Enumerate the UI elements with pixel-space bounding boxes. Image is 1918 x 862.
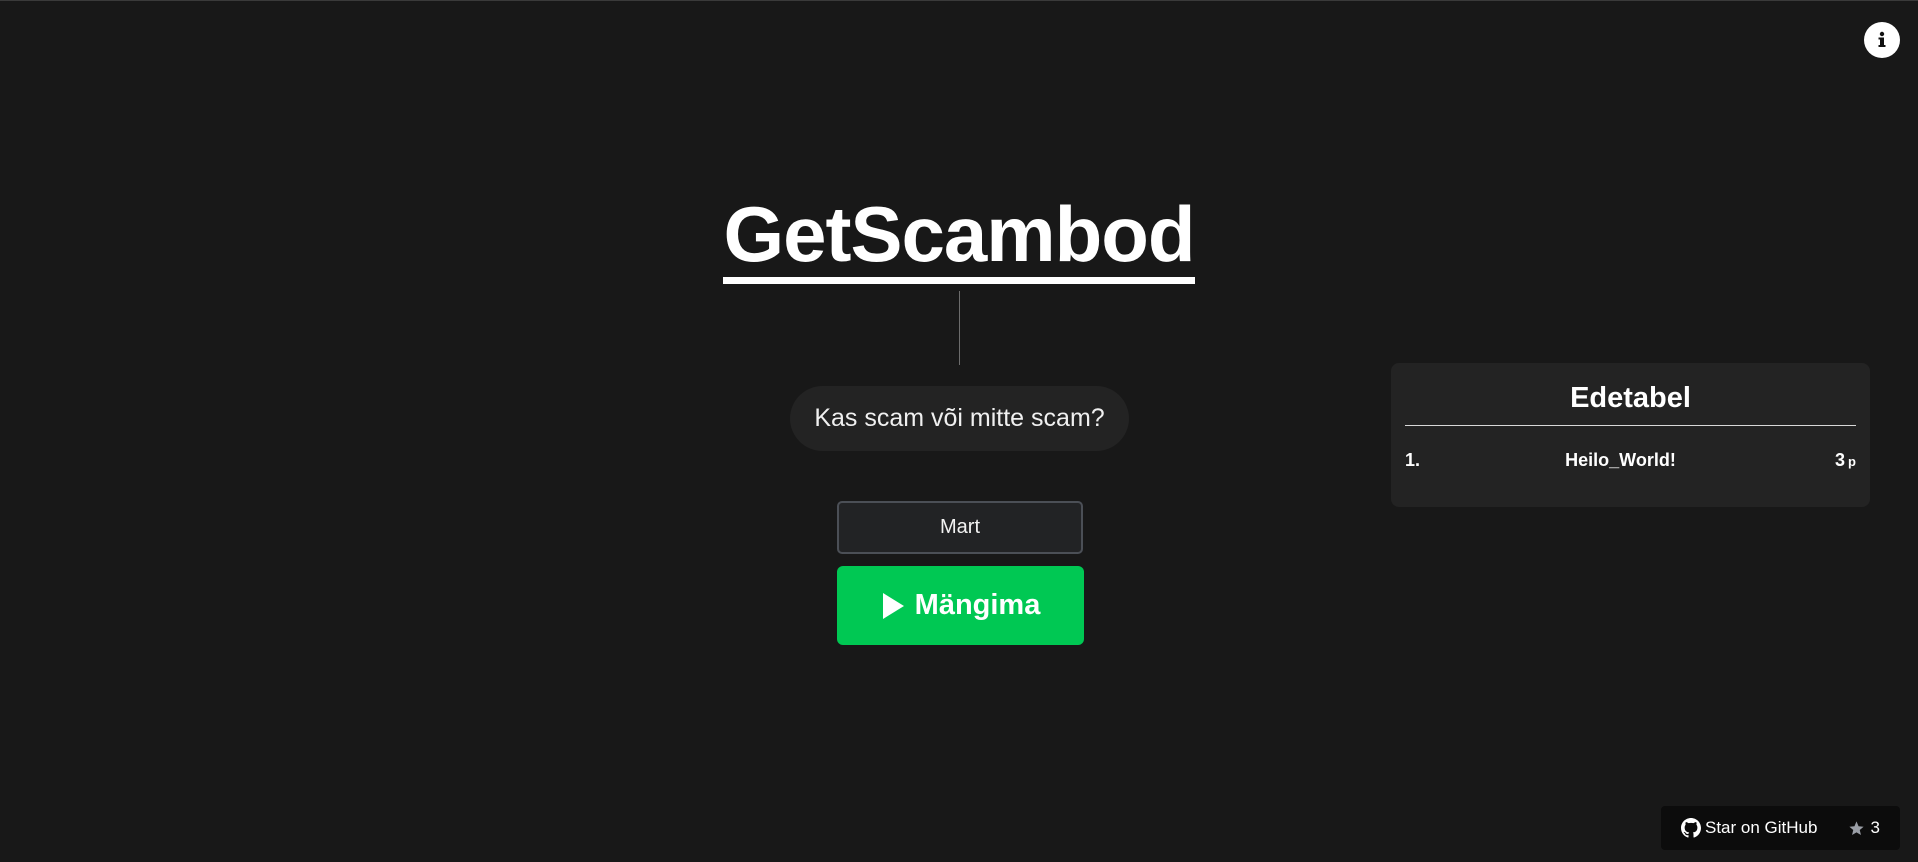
- info-icon: [1878, 31, 1886, 47]
- page-title: GetScambod: [0, 186, 1918, 284]
- star-icon: [1848, 820, 1864, 835]
- leaderboard-score-unit: p: [1848, 454, 1856, 469]
- leaderboard-score: 3: [1835, 450, 1846, 470]
- github-star-count-box: 3: [1848, 818, 1880, 838]
- github-star-label: Star on GitHub: [1705, 818, 1818, 837]
- github-star-link[interactable]: Star on GitHub: [1681, 818, 1817, 838]
- vertical-divider: [959, 291, 960, 365]
- leaderboard-row: 1. Heilo_World! 3p: [1405, 450, 1856, 471]
- play-button[interactable]: Mängima: [837, 566, 1084, 645]
- top-border: [0, 0, 1918, 1]
- leaderboard-name: Heilo_World!: [1565, 450, 1676, 470]
- play-icon: [882, 592, 904, 619]
- leaderboard-title: Edetabel: [1405, 363, 1856, 426]
- github-star-widget[interactable]: Star on GitHub 3: [1661, 806, 1900, 850]
- play-button-label: Mängima: [914, 589, 1041, 621]
- name-input[interactable]: [837, 501, 1083, 554]
- github-star-count: 3: [1870, 818, 1880, 837]
- leaderboard-rank: 1.: [1405, 450, 1421, 470]
- leaderboard-score-cell: 3p: [1816, 450, 1856, 471]
- github-icon: [1681, 818, 1701, 838]
- leaderboard-panel: Edetabel 1. Heilo_World! 3p: [1391, 363, 1870, 507]
- tagline: Kas scam või mitte scam?: [790, 386, 1129, 451]
- info-button[interactable]: [1864, 22, 1900, 58]
- page-title-text: GetScambod: [723, 193, 1196, 284]
